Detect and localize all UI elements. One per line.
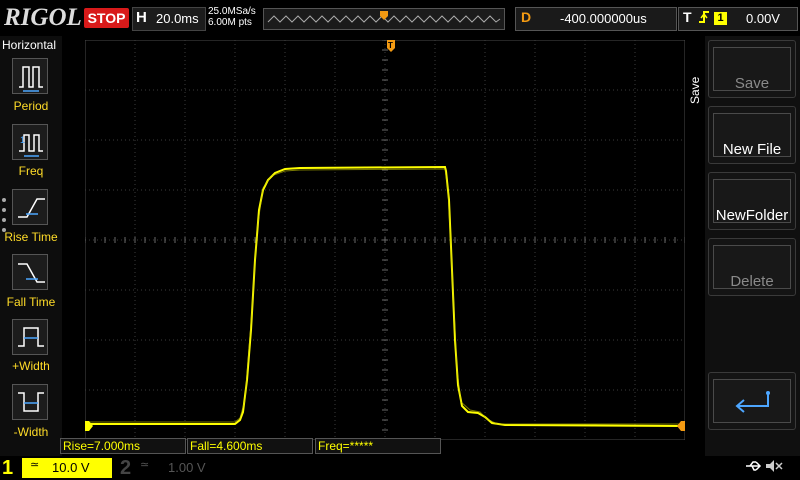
freq-icon[interactable]: 1 xyxy=(12,124,48,160)
positive-width-icon[interactable] xyxy=(12,319,48,355)
trigger-level: 0.00V xyxy=(746,11,780,26)
delay-value: -400.000000us xyxy=(560,11,647,26)
svg-text:1: 1 xyxy=(20,135,25,145)
memory-position-bar[interactable] xyxy=(263,8,505,30)
trigger-source: 1 xyxy=(714,12,727,25)
return-button[interactable] xyxy=(708,372,796,430)
memory-waveform-overview xyxy=(267,11,501,23)
timebase-label: H xyxy=(136,9,147,26)
new-folder-button-label: NewFolder xyxy=(715,207,789,224)
sample-rate: 25.0MSa/s xyxy=(208,6,256,17)
measurement-freq: Freq=***** xyxy=(315,438,441,454)
trigger-position-marker-icon xyxy=(380,11,388,20)
menu-label-positive-width: +Width xyxy=(12,359,50,373)
delete-button-label: Delete xyxy=(730,273,774,290)
right-menu-title: Save xyxy=(688,76,702,104)
menu-label-period: Period xyxy=(13,99,49,113)
channel1-scale: 10.0 V xyxy=(52,460,90,475)
channel2-number[interactable]: 2 xyxy=(120,457,131,480)
trigger-box[interactable] xyxy=(678,7,798,31)
channel2-scale: 1.00 V xyxy=(168,460,206,475)
trigger-marker-letter: T xyxy=(388,41,393,50)
rise-time-icon[interactable] xyxy=(12,189,48,225)
save-button-label: Save xyxy=(734,75,770,92)
new-file-button-label: New File xyxy=(722,141,782,158)
menu-label-rise-time: Rise Time xyxy=(4,230,58,244)
speaker-muted-icon[interactable] xyxy=(764,458,784,479)
rigol-logo: RIGOL xyxy=(4,4,82,31)
page-dot xyxy=(2,198,6,202)
memory-depth: 6.00M pts xyxy=(208,17,252,28)
rising-edge-icon xyxy=(697,9,711,28)
negative-width-icon[interactable] xyxy=(12,384,48,420)
return-icon xyxy=(735,391,770,413)
menu-label-freq: Freq xyxy=(18,164,44,178)
page-dot xyxy=(2,218,6,222)
measurement-rise: Rise=7.000ms xyxy=(60,438,186,454)
menu-label-negative-width: -Width xyxy=(13,425,49,439)
trigger-label: T xyxy=(683,9,692,25)
run-stop-status[interactable]: STOP xyxy=(84,8,129,28)
graticule: T xyxy=(81,39,689,441)
fall-time-icon[interactable] xyxy=(12,254,48,290)
delay-label: D xyxy=(521,9,532,25)
channel2-coupling-icon: ≃ xyxy=(140,459,150,471)
page-dot xyxy=(2,208,6,212)
channel1-number: 1 xyxy=(2,457,14,479)
period-icon[interactable] xyxy=(12,58,48,94)
waveform-display[interactable]: T xyxy=(81,39,689,441)
menu-label-fall-time: Fall Time xyxy=(6,295,56,309)
usb-icon xyxy=(744,458,762,479)
measurement-fall: Fall=4.600ms xyxy=(187,438,313,454)
left-menu-title: Horizontal xyxy=(2,38,57,52)
timebase-value: 20.0ms xyxy=(156,11,199,26)
channel1-coupling-icon: ≃ xyxy=(30,459,40,471)
